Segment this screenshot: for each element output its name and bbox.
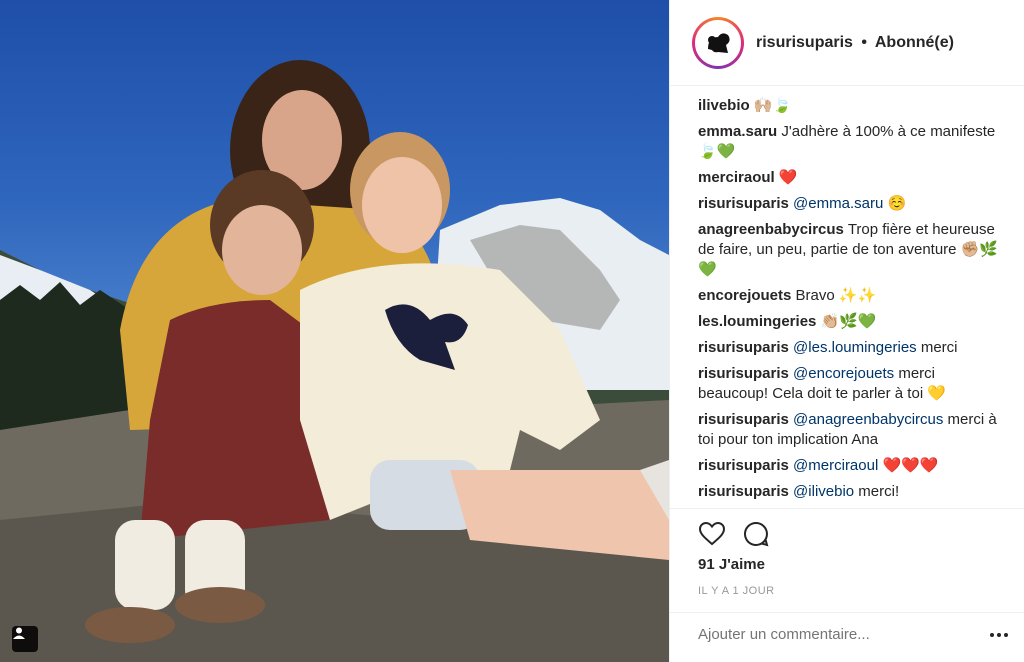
comment-item: emma.saru J'adhère à 100% à ce manifeste… — [698, 122, 1000, 162]
avatar-inner — [695, 19, 741, 66]
comment-item: ilivebio 🙌🏼🍃 — [698, 96, 1000, 116]
post-actions — [698, 520, 770, 548]
comment-username[interactable]: les.loumingeries — [698, 313, 816, 330]
comment-username[interactable]: risurisuparis — [698, 457, 789, 474]
heart-icon[interactable] — [698, 520, 726, 548]
comment-bubble-icon[interactable] — [742, 520, 770, 548]
comment-text: ❤️❤️❤️ — [878, 457, 939, 474]
comment-mention[interactable]: @anagreenbabycircus — [793, 411, 943, 428]
comment-mention[interactable]: @encorejouets — [793, 365, 894, 382]
comment-item: anagreenbabycircus Trop fière et heureus… — [698, 220, 1000, 280]
squirrel-logo-icon — [708, 32, 730, 53]
post-side-panel: risurisuparis • Abonné(e) ilivebio 🙌🏼🍃 e… — [669, 0, 1024, 662]
comment-username[interactable]: risurisuparis — [698, 483, 789, 500]
comment-username[interactable]: ilivebio — [698, 97, 750, 114]
comment-item: risurisuparis @merciraoul ❤️❤️❤️ — [698, 456, 1000, 476]
comment-text: ☺️ — [883, 195, 907, 212]
user-tag-icon[interactable] — [12, 626, 38, 652]
comment-item: les.loumingeries 👏🏼🌿💚 — [698, 312, 1000, 332]
comment-text: merci — [916, 339, 958, 356]
post-timestamp[interactable]: IL Y A 1 JOUR — [698, 585, 775, 597]
post-photo[interactable] — [0, 0, 669, 662]
more-dots-icon[interactable] — [990, 628, 1010, 642]
photo-illustration — [0, 60, 669, 662]
header-text: risurisuparis • Abonné(e) — [756, 34, 954, 52]
comment-item: risurisuparis @les.loumingeries merci — [698, 338, 1000, 358]
post-header: risurisuparis • Abonné(e) — [670, 0, 1024, 86]
comment-username[interactable]: emma.saru — [698, 123, 777, 140]
comment-username[interactable]: merciraoul — [698, 169, 775, 186]
comment-username[interactable]: risurisuparis — [698, 195, 789, 212]
comment-text: Bravo ✨✨ — [795, 287, 877, 304]
actions-divider — [670, 508, 1024, 509]
comment-text: merci! — [854, 483, 900, 500]
comment-username[interactable]: risurisuparis — [698, 339, 789, 356]
comment-item: risurisuparis @anagreenbabycircus merci … — [698, 410, 1000, 450]
comment-list: ilivebio 🙌🏼🍃 emma.saru J'adhère à 100% à… — [670, 86, 1024, 502]
comment-username[interactable]: risurisuparis — [698, 411, 789, 428]
comment-item: encorejouets Bravo ✨✨ — [698, 286, 1000, 306]
comment-item: risurisuparis @emma.saru ☺️ — [698, 194, 1000, 214]
comment-text: 🙌🏼🍃 — [753, 97, 792, 114]
comment-username[interactable]: encorejouets — [698, 287, 791, 304]
follow-status[interactable]: Abonné(e) — [875, 34, 954, 51]
header-separator: • — [861, 33, 867, 51]
comment-username[interactable]: anagreenbabycircus — [698, 221, 844, 238]
author-username[interactable]: risurisuparis — [756, 34, 853, 51]
comment-item: merciraoul ❤️ — [698, 168, 1000, 188]
comment-text: ❤️ — [778, 169, 798, 186]
comment-mention[interactable]: @merciraoul — [793, 457, 878, 474]
comment-item: risurisuparis @encorejouets merci beauco… — [698, 364, 1000, 404]
like-count[interactable]: 91 J'aime — [698, 556, 765, 573]
comment-item: risurisuparis @ilivebio merci! — [698, 482, 1000, 502]
comment-mention[interactable]: @les.loumingeries — [793, 339, 917, 356]
comment-mention[interactable]: @ilivebio — [793, 483, 854, 500]
comment-mention[interactable]: @emma.saru — [793, 195, 883, 212]
comment-username[interactable]: risurisuparis — [698, 365, 789, 382]
comment-text: 👏🏼🌿💚 — [820, 313, 877, 330]
avatar[interactable] — [692, 16, 744, 69]
comment-input-divider — [670, 612, 1024, 613]
add-comment-input[interactable] — [698, 626, 978, 643]
